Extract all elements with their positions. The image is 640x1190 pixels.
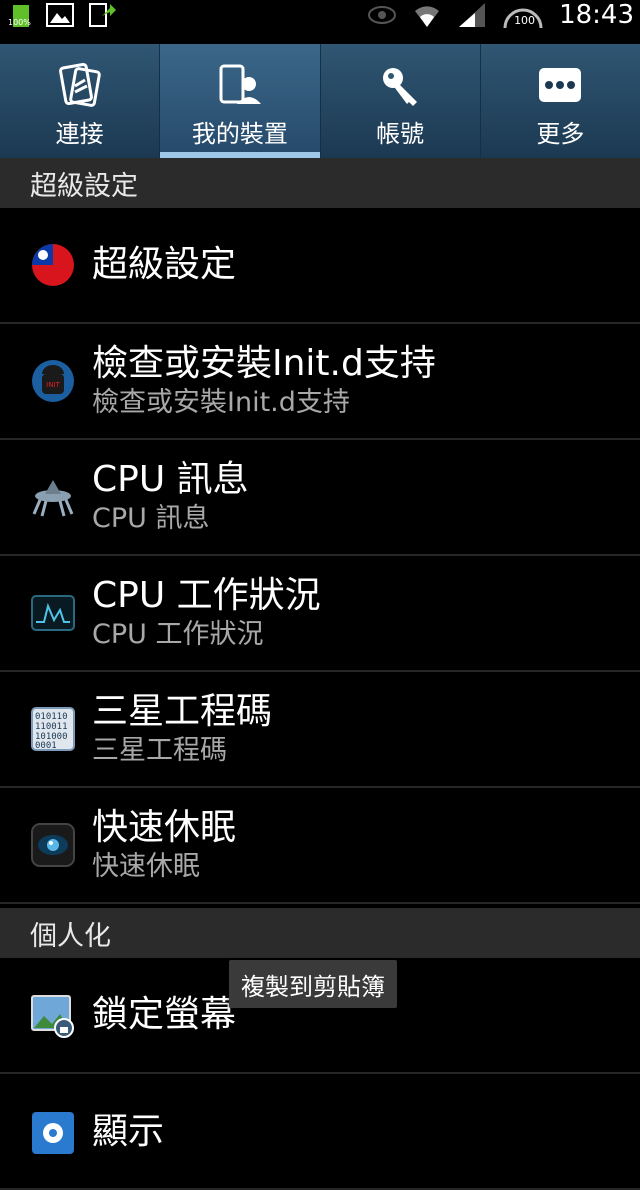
taiwan-flag-icon: [32, 244, 74, 286]
item-title: CPU 訊息: [92, 459, 249, 500]
list-item-init-d[interactable]: INIT 檢查或安裝Init.d支持 檢查或安裝Init.d支持: [0, 324, 640, 440]
download-done-icon: [89, 3, 116, 27]
list-item-samsung-codes[interactable]: 010110 110011 101000 0001 三星工程碼 三星工程碼: [0, 672, 640, 788]
item-title: 鎖定螢幕: [92, 994, 237, 1035]
android-robot-icon: INIT: [32, 360, 74, 402]
tab-label: 帳號: [376, 120, 425, 148]
eye-icon: [368, 6, 397, 24]
toast-copied-to-clipboard: 複製到剪貼簿: [229, 960, 397, 1008]
item-title: CPU 工作狀況: [92, 575, 321, 616]
item-title: 超級設定: [92, 244, 237, 285]
tab-more[interactable]: 更多: [481, 44, 640, 158]
tab-label: 我的裝置: [191, 120, 288, 148]
wifi-icon: [415, 6, 440, 27]
svg-text:010110: 010110: [35, 712, 68, 722]
connection-icon: [58, 62, 101, 107]
clock: 18:43: [559, 0, 634, 30]
cpu-monitor-icon: [31, 595, 75, 631]
item-title: 顯示: [92, 1111, 165, 1152]
lock-screen-icon: [31, 995, 74, 1038]
binary-code-icon: 010110 110011 101000 0001: [31, 707, 75, 751]
tab-accounts[interactable]: 帳號: [321, 44, 481, 158]
item-title: 三星工程碼: [92, 691, 273, 732]
item-title: 快速休眠: [92, 807, 237, 848]
tab-my-device[interactable]: 我的裝置: [160, 44, 321, 158]
sleep-eye-icon: [31, 823, 75, 867]
status-bar: 100% 100 18:43: [0, 0, 640, 44]
item-title: 檢查或安裝Init.d支持: [92, 343, 436, 384]
more-icon: [539, 68, 582, 102]
item-subtitle: 快速休眠: [92, 851, 200, 882]
image-icon: [46, 3, 74, 27]
svg-text:INIT: INIT: [46, 381, 60, 389]
item-subtitle: CPU 工作狀況: [92, 619, 264, 650]
signal-icon: [459, 3, 486, 27]
display-gear-icon: [32, 1112, 74, 1154]
list-item-display[interactable]: 顯示: [0, 1074, 640, 1190]
svg-text:0001: 0001: [35, 741, 57, 751]
tab-connections[interactable]: 連接: [0, 44, 161, 158]
list-item-super-settings[interactable]: 超級設定: [0, 208, 640, 324]
list-item-cpu-status[interactable]: CPU 工作狀況 CPU 工作狀況: [0, 556, 640, 672]
list-item-cpu-info[interactable]: CPU 訊息 CPU 訊息: [0, 440, 640, 556]
item-subtitle: CPU 訊息: [92, 503, 210, 534]
battery-label: 100%: [8, 18, 31, 27]
tab-label: 連接: [55, 120, 104, 148]
item-subtitle: 三星工程碼: [92, 735, 227, 766]
account-key-icon: [383, 68, 418, 106]
speed-gauge-icon: 100: [501, 0, 545, 30]
battery-icon: 100%: [8, 3, 32, 27]
item-subtitle: 檢查或安裝Init.d支持: [92, 387, 350, 418]
cpu-spider-icon: [32, 480, 74, 517]
svg-text:110011: 110011: [35, 722, 68, 732]
settings-tab-bar: 連接 我的裝置 帳號 更多: [0, 44, 640, 159]
section-header-super-settings: 超級設定: [0, 158, 640, 208]
my-device-icon: [219, 64, 261, 104]
section-header-personalization: 個人化: [0, 908, 640, 958]
list-item-fast-sleep[interactable]: 快速休眠 快速休眠: [0, 788, 640, 904]
speed-gauge-value: 100: [514, 14, 536, 27]
tab-label: 更多: [536, 120, 585, 148]
